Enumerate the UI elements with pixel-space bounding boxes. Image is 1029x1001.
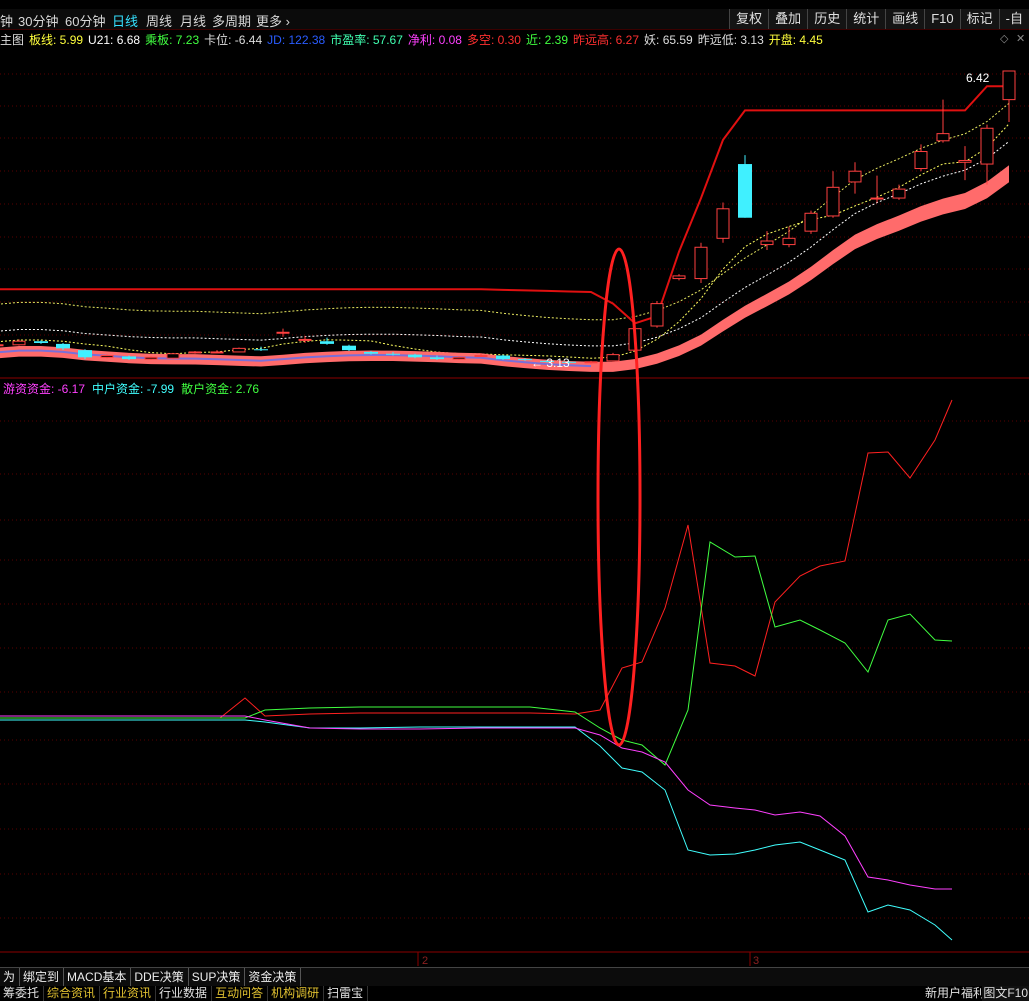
candle-body-13: [276, 331, 290, 334]
fund-indicator-0: 游资资金: -6.17: [3, 382, 86, 396]
candle-body-0: [0, 344, 4, 347]
indicator-tab-2[interactable]: MACD基本: [64, 968, 132, 986]
candle-body-15: [320, 341, 334, 344]
indicator-tab-4[interactable]: SUP决策: [189, 968, 246, 986]
candle-body-1: [12, 340, 26, 346]
candle-body-9: [188, 351, 202, 354]
candle-body-45: [980, 127, 994, 165]
low-price-label: ← 3.13: [531, 356, 570, 370]
info-links: 筹委托 综合资讯 行业资讯 行业数据 互动问答 机构调研 扫雷宝: [0, 986, 1029, 1001]
resistance-line: [0, 85, 1009, 325]
candle-body-44: [958, 159, 972, 163]
candle-body-41: [892, 188, 906, 199]
candle-body-24: [518, 359, 532, 361]
mid-fund-line: [0, 719, 953, 941]
candle-body-17: [364, 351, 378, 354]
candle-body-8: [166, 353, 180, 359]
candle-body-18: [386, 353, 400, 355]
candle-body-2: [34, 341, 48, 343]
info-link-6[interactable]: 扫雷宝: [324, 986, 369, 1001]
fund-indicator-bar: 游资资金: -6.17 中户资金: -7.99 散户资金: 2.76: [3, 380, 266, 396]
candle-body-21: [452, 356, 466, 360]
candle-body-20: [430, 357, 444, 360]
info-link-1[interactable]: 综合资讯: [44, 986, 101, 1001]
candle-body-14: [298, 338, 312, 341]
info-link-4[interactable]: 互动问答: [212, 986, 269, 1001]
candle-body-3: [56, 343, 70, 349]
candle-body-22: [474, 355, 488, 358]
candle-body-11: [232, 347, 246, 353]
candle-body-36: [782, 237, 796, 246]
candle-body-27: [584, 361, 598, 364]
time-label-1: 3: [753, 955, 759, 966]
info-link-0[interactable]: 筹委托: [0, 986, 45, 1001]
main-fund-line: [0, 399, 953, 719]
info-link-5[interactable]: 机构调研: [268, 986, 325, 1001]
candle-body-43: [936, 133, 950, 142]
candle-body-16: [342, 345, 356, 351]
time-label-0: 2: [422, 955, 428, 966]
hot-money-line: [0, 715, 952, 890]
indicator-tab-0[interactable]: 为: [0, 968, 21, 986]
candle-body-28: [606, 354, 620, 362]
candle-body-40: [870, 197, 884, 200]
candle-body-39: [848, 170, 862, 183]
indicator-tab-3[interactable]: DDE决策: [131, 968, 189, 986]
info-link-3[interactable]: 行业数据: [156, 986, 213, 1001]
info-link-2[interactable]: 行业资讯: [100, 986, 157, 1001]
f10-link[interactable]: 图文F10: [982, 986, 1029, 1001]
fund-indicator-1: 中户资金: -7.99: [92, 382, 175, 396]
fund-indicator-2: 散户资金: 2.76: [181, 382, 260, 396]
candle-body-42: [914, 151, 928, 170]
retail-fund-line: [0, 541, 953, 766]
candle-body-38: [826, 186, 840, 217]
candle-body-34: [738, 164, 752, 218]
candle-body-32: [694, 246, 708, 280]
candle-body-33: [716, 208, 730, 239]
candle-body-46: [1002, 70, 1016, 101]
candle-body-6: [122, 356, 136, 360]
candle-body-35: [760, 240, 774, 246]
candle-body-12: [254, 349, 268, 351]
candle-body-5: [100, 355, 114, 358]
candle-body-37: [804, 212, 818, 232]
candle-body-7: [144, 356, 158, 360]
candle-body-23: [496, 355, 510, 360]
candle-body-4: [78, 350, 92, 358]
candle-body-19: [408, 354, 422, 358]
annotation-ellipse: [596, 247, 642, 747]
candle-body-10: [210, 351, 224, 354]
indicator-tabs: 为绑定到 MACD基本 DDE决策 SUP决策 资金决策: [0, 967, 1029, 986]
upper-envelope: [0, 102, 1010, 321]
candle-body-31: [672, 275, 686, 280]
candle-body-30: [650, 303, 664, 327]
indicator-tab-1[interactable]: 绑定到: [20, 968, 65, 986]
chart-canvas[interactable]: 2 3 6.42 ← 3.13: [0, 0, 1029, 966]
indicator-tab-5[interactable]: 资金决策: [245, 968, 302, 986]
high-price-label: 6.42: [966, 71, 990, 85]
